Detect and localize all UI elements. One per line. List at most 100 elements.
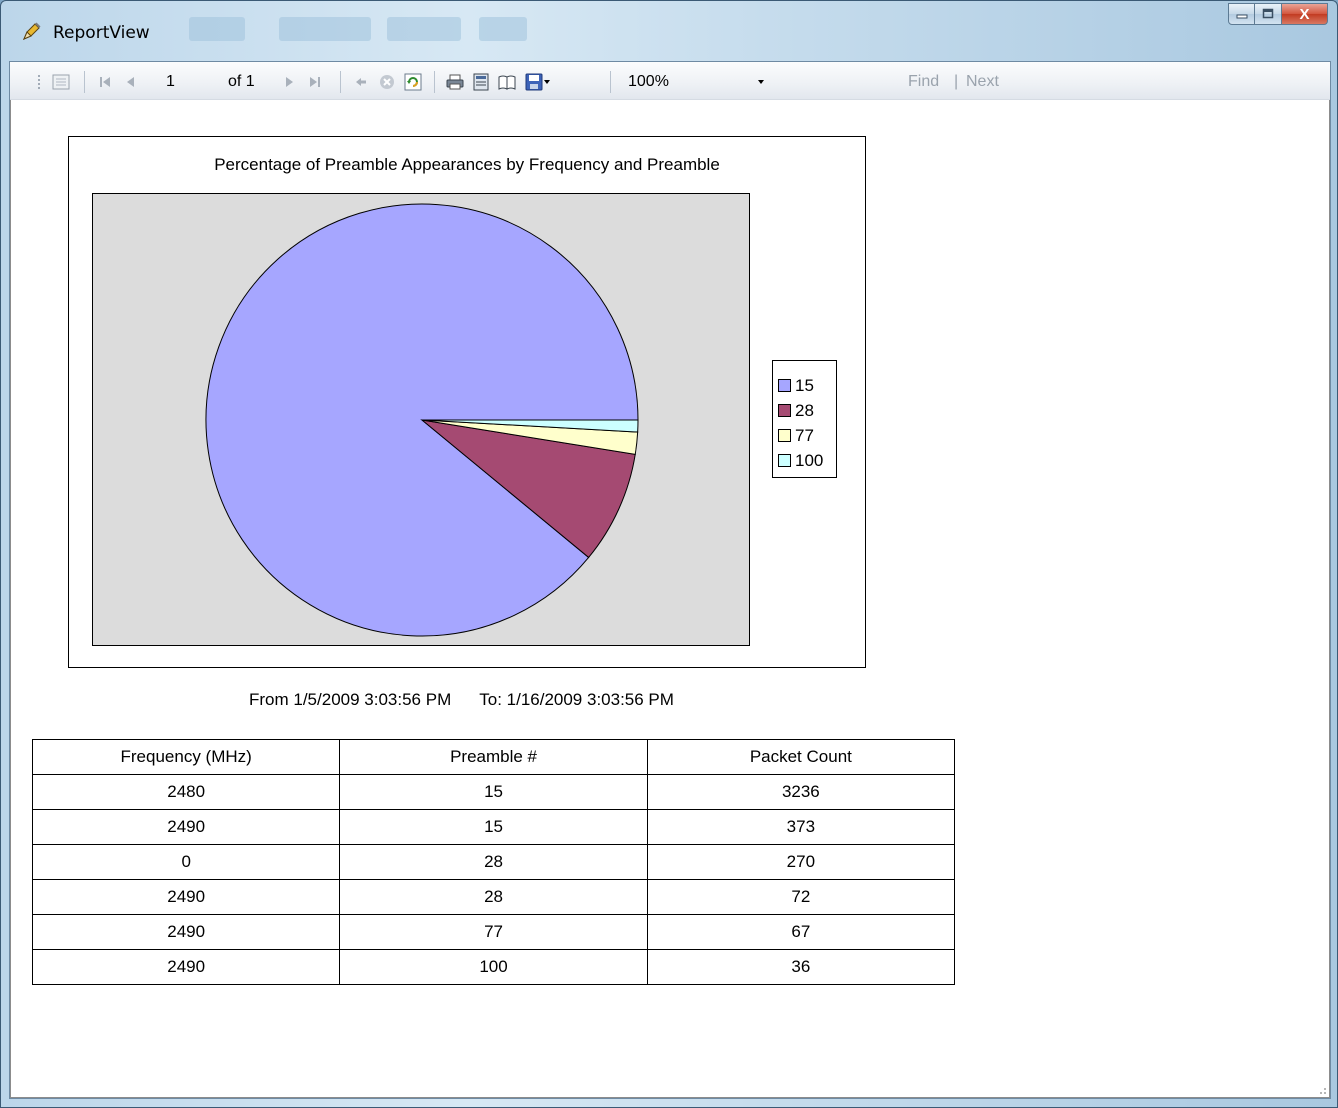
current-page-value: 1 bbox=[166, 73, 175, 90]
export-button[interactable] bbox=[522, 72, 554, 92]
minimize-icon bbox=[1236, 14, 1247, 19]
column-header-preamble: Preamble # bbox=[339, 739, 648, 775]
document-map-icon bbox=[52, 74, 70, 90]
current-page-input[interactable]: 1 bbox=[154, 70, 214, 94]
date-to: To: 1/16/2009 3:03:56 PM bbox=[479, 690, 674, 709]
title-bar[interactable]: ReportView X bbox=[1, 1, 1337, 53]
refresh-icon bbox=[404, 73, 422, 91]
page-setup-icon bbox=[498, 75, 516, 90]
next-page-button[interactable] bbox=[278, 72, 300, 92]
close-icon: X bbox=[1299, 5, 1310, 23]
resize-grip-icon[interactable] bbox=[1315, 1083, 1327, 1095]
previous-page-icon bbox=[127, 77, 134, 87]
report-view-window: ReportView X 1 of 1 100% Find | Next Per… bbox=[0, 0, 1338, 1108]
toolbar-separator bbox=[434, 71, 435, 93]
last-page-button[interactable] bbox=[304, 72, 326, 92]
zoom-select[interactable]: 100% bbox=[618, 70, 788, 94]
column-header-packet-count: Packet Count bbox=[646, 739, 956, 775]
column-header-frequency: Frequency (MHz) bbox=[31, 739, 341, 775]
report-page: Percentage of Preamble Appearances by Fr… bbox=[10, 100, 1330, 1098]
table-cell: 100 bbox=[339, 949, 648, 985]
legend-label: 77 bbox=[795, 425, 814, 445]
table-cell: 0 bbox=[31, 844, 341, 880]
chevron-down-icon bbox=[544, 80, 550, 84]
table-row: 2490 100 36 bbox=[31, 949, 956, 985]
pencil-icon bbox=[23, 22, 41, 40]
table-cell: 15 bbox=[339, 774, 648, 810]
legend-swatch bbox=[778, 379, 791, 392]
save-export-icon bbox=[525, 73, 543, 91]
table-body: 2480 15 3236 2490 15 373 0 28 270 2490 28 72 2490 77 6… bbox=[31, 774, 956, 985]
toolbar-separator bbox=[84, 71, 85, 93]
table-cell: 3236 bbox=[646, 774, 956, 810]
chevron-down-icon bbox=[758, 80, 764, 84]
report-toolbar: 1 of 1 100% Find | Next bbox=[10, 62, 1330, 100]
toolbar-separator bbox=[340, 71, 341, 93]
stop-icon bbox=[380, 75, 394, 89]
find-text-input[interactable] bbox=[790, 70, 895, 94]
legend-label: 100 bbox=[795, 450, 824, 470]
previous-page-button[interactable] bbox=[120, 72, 142, 92]
back-button[interactable] bbox=[350, 72, 372, 92]
print-layout-icon bbox=[473, 73, 489, 91]
first-page-button[interactable] bbox=[94, 72, 116, 92]
ghost-menu-region bbox=[387, 17, 461, 41]
date-from: From 1/5/2009 3:03:56 PM bbox=[249, 690, 452, 709]
table-row: 2490 77 67 bbox=[31, 914, 956, 950]
zoom-value: 100% bbox=[628, 73, 669, 90]
stop-button[interactable] bbox=[376, 72, 398, 92]
page-setup-button[interactable] bbox=[496, 72, 518, 92]
table-cell: 2490 bbox=[31, 879, 341, 915]
date-range: From 1/5/2009 3:03:56 PM To: 1/16/2009 3:… bbox=[249, 690, 702, 710]
chart-legend: 15 28 77 100 bbox=[772, 360, 837, 478]
table-cell: 2490 bbox=[31, 809, 341, 845]
find-separator: | bbox=[954, 73, 959, 90]
first-page-icon bbox=[100, 77, 110, 87]
find-button[interactable]: Find bbox=[908, 73, 939, 91]
toolbar-grip-icon bbox=[38, 75, 40, 89]
table-cell: 2490 bbox=[31, 914, 341, 950]
pie-chart: Percentage of Preamble Appearances by Fr… bbox=[68, 136, 866, 668]
close-button[interactable]: X bbox=[1282, 3, 1328, 25]
legend-swatch bbox=[778, 404, 791, 417]
table-cell: 15 bbox=[339, 809, 648, 845]
table-row: 2480 15 3236 bbox=[31, 774, 956, 810]
maximize-icon bbox=[1262, 8, 1274, 19]
pie-chart-svg bbox=[205, 203, 639, 637]
table-cell: 270 bbox=[646, 844, 956, 880]
print-layout-button[interactable] bbox=[470, 72, 492, 92]
window-title: ReportView bbox=[53, 23, 150, 43]
next-page-icon bbox=[286, 77, 293, 87]
page-count-label: of 1 bbox=[228, 73, 255, 90]
table-cell: 28 bbox=[339, 879, 648, 915]
table-cell: 36 bbox=[646, 949, 956, 985]
table-row: 0 28 270 bbox=[31, 844, 956, 880]
legend-swatch bbox=[778, 454, 791, 467]
table-cell: 72 bbox=[646, 879, 956, 915]
ghost-menu-region bbox=[279, 17, 371, 41]
print-button[interactable] bbox=[444, 72, 466, 92]
table-row: 2490 28 72 bbox=[31, 879, 956, 915]
print-icon bbox=[446, 74, 464, 90]
table-cell: 28 bbox=[339, 844, 648, 880]
legend-item: 77 bbox=[778, 423, 836, 448]
last-page-icon bbox=[310, 77, 320, 87]
table-row: 2490 15 373 bbox=[31, 809, 956, 845]
chart-title: Percentage of Preamble Appearances by Fr… bbox=[214, 155, 720, 174]
caption-buttons: X bbox=[1228, 3, 1328, 25]
minimize-button[interactable] bbox=[1228, 3, 1255, 25]
table-cell: 2480 bbox=[31, 774, 341, 810]
find-next-button[interactable]: Next bbox=[966, 73, 999, 91]
back-icon bbox=[356, 78, 366, 86]
packet-table: Frequency (MHz) Preamble # Packet Count … bbox=[31, 739, 956, 985]
document-map-button[interactable] bbox=[50, 72, 72, 92]
legend-swatch bbox=[778, 429, 791, 442]
maximize-button[interactable] bbox=[1255, 3, 1282, 25]
refresh-button[interactable] bbox=[402, 72, 424, 92]
table-cell: 77 bbox=[339, 914, 648, 950]
report-viewer: 1 of 1 100% Find | Next Percentage of Pr… bbox=[9, 61, 1331, 1099]
legend-item: 100 bbox=[778, 448, 836, 473]
legend-item: 15 bbox=[778, 373, 836, 398]
legend-label: 28 bbox=[795, 400, 814, 420]
legend-item: 28 bbox=[778, 398, 836, 423]
